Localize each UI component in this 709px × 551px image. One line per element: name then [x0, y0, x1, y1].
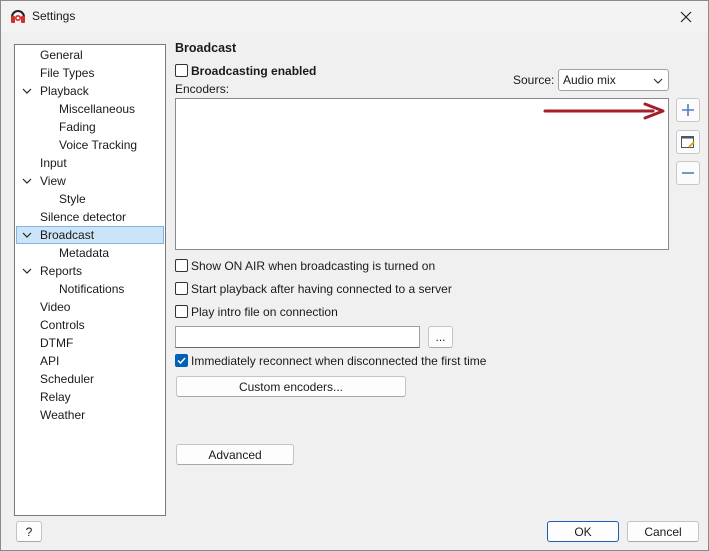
tree-item-broadcast[interactable]: Broadcast	[16, 226, 164, 244]
tree-item-voice-tracking[interactable]: Voice Tracking	[16, 136, 164, 154]
add-encoder-button[interactable]	[676, 98, 700, 122]
annotation-arrow-icon	[543, 102, 665, 120]
chevron-down-icon	[653, 78, 663, 84]
tree-item-metadata[interactable]: Metadata	[16, 244, 164, 262]
tree-item-label: File Types	[40, 66, 95, 80]
tree-item-label: Input	[40, 156, 67, 170]
app-headphones-icon	[10, 8, 26, 24]
broadcasting-enabled-checkbox[interactable]	[175, 64, 188, 77]
checkmark-icon	[177, 357, 186, 365]
play-intro-label[interactable]: Play intro file on connection	[191, 305, 338, 319]
chevron-down-icon[interactable]	[22, 230, 32, 240]
cancel-button[interactable]: Cancel	[627, 521, 699, 542]
tree-item-relay[interactable]: Relay	[16, 388, 164, 406]
tree-item-label: Video	[40, 300, 71, 314]
broadcasting-enabled-label[interactable]: Broadcasting enabled	[191, 64, 316, 78]
tree-item-label: Playback	[40, 84, 89, 98]
minus-icon	[682, 172, 694, 174]
tree-item-label: Voice Tracking	[59, 138, 138, 152]
reconnect-checkbox[interactable]	[175, 354, 188, 367]
chevron-down-icon[interactable]	[22, 86, 32, 96]
play-intro-checkbox[interactable]	[175, 305, 188, 318]
settings-window: Settings General File Types Playback Mis…	[0, 0, 709, 551]
source-select-value: Audio mix	[563, 73, 616, 87]
tree-item-label: General	[40, 48, 83, 62]
show-on-air-label[interactable]: Show ON AIR when broadcasting is turned …	[191, 259, 435, 273]
remove-encoder-button[interactable]	[676, 161, 700, 185]
tree-item-style[interactable]: Style	[16, 190, 164, 208]
close-icon	[680, 11, 692, 22]
tree-item-file-types[interactable]: File Types	[16, 64, 164, 82]
tree-item-label: Silence detector	[40, 210, 127, 224]
tree-item-label: Reports	[40, 264, 83, 278]
chevron-down-icon[interactable]	[22, 176, 32, 186]
tree-item-input[interactable]: Input	[16, 154, 164, 172]
panel-title: Broadcast	[175, 41, 237, 55]
tree-item-label: Fading	[59, 120, 96, 134]
reconnect-label[interactable]: Immediately reconnect when disconnected …	[191, 354, 486, 368]
window-title: Settings	[32, 9, 76, 23]
tree-item-fading[interactable]: Fading	[16, 118, 164, 136]
tree-item-weather[interactable]: Weather	[16, 406, 164, 424]
tree-item-label: Miscellaneous	[59, 102, 136, 116]
tree-item-label: Relay	[40, 390, 71, 404]
tree-item-label: Style	[59, 192, 86, 206]
settings-tree[interactable]: General File Types Playback Miscellaneou…	[14, 44, 166, 516]
intro-file-input[interactable]	[175, 326, 420, 348]
tree-item-notifications[interactable]: Notifications	[16, 280, 164, 298]
tree-item-miscellaneous[interactable]: Miscellaneous	[16, 100, 164, 118]
tree-item-dtmf[interactable]: DTMF	[16, 334, 164, 352]
ok-button[interactable]: OK	[547, 521, 619, 542]
start-playback-label[interactable]: Start playback after having connected to…	[191, 282, 452, 296]
chevron-down-icon[interactable]	[22, 266, 32, 276]
custom-encoders-button[interactable]: Custom encoders...	[176, 376, 406, 397]
tree-item-label: View	[40, 174, 66, 188]
tree-item-label: Weather	[40, 408, 86, 422]
tree-item-playback[interactable]: Playback	[16, 82, 164, 100]
window-close-button[interactable]	[664, 1, 708, 32]
tree-item-label: API	[40, 354, 60, 368]
help-button[interactable]: ?	[16, 521, 42, 542]
plus-icon	[682, 104, 694, 116]
tree-item-label: Broadcast	[40, 228, 95, 242]
show-on-air-checkbox[interactable]	[175, 259, 188, 272]
tree-item-label: Notifications	[59, 282, 125, 296]
edit-encoder-button[interactable]	[676, 130, 700, 154]
tree-item-general[interactable]: General	[16, 46, 164, 64]
tree-item-label: Controls	[40, 318, 85, 332]
source-label: Source:	[513, 73, 555, 87]
tree-item-reports[interactable]: Reports	[16, 262, 164, 280]
tree-item-label: DTMF	[40, 336, 74, 350]
tree-item-label: Scheduler	[40, 372, 95, 386]
tree-item-video[interactable]: Video	[16, 298, 164, 316]
tree-item-label: Metadata	[59, 246, 110, 260]
tree-item-silence-detector[interactable]: Silence detector	[16, 208, 164, 226]
tree-item-view[interactable]: View	[16, 172, 164, 190]
edit-icon	[681, 136, 695, 148]
tree-item-controls[interactable]: Controls	[16, 316, 164, 334]
browse-intro-button[interactable]: ...	[428, 326, 453, 348]
title-bar: Settings	[1, 1, 708, 32]
tree-item-api[interactable]: API	[16, 352, 164, 370]
tree-item-scheduler[interactable]: Scheduler	[16, 370, 164, 388]
advanced-button[interactable]: Advanced	[176, 444, 294, 465]
start-playback-checkbox[interactable]	[175, 282, 188, 295]
encoders-list[interactable]	[175, 98, 669, 250]
source-select[interactable]: Audio mix	[558, 69, 669, 91]
encoders-label: Encoders:	[175, 82, 230, 96]
